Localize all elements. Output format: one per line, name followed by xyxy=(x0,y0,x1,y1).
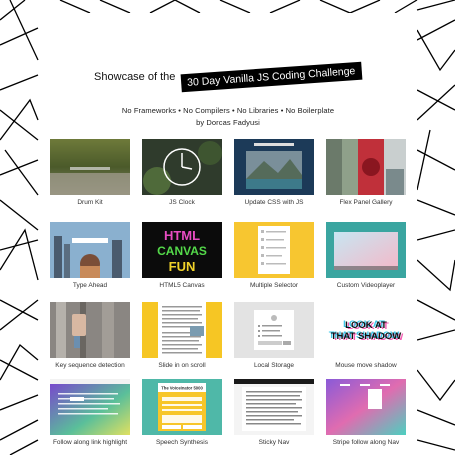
project-caption: Slide in on scroll xyxy=(158,362,206,369)
project-tile-update-css[interactable]: Update CSS with JS xyxy=(234,139,314,206)
canvas-word-2: CANVAS xyxy=(157,244,207,258)
css-variables-thumbnail xyxy=(234,139,314,195)
project-tile-slide-in[interactable]: Slide in on scroll xyxy=(142,302,222,369)
project-tile-type-ahead[interactable]: Type Ahead xyxy=(50,222,130,289)
project-tile-local-storage[interactable]: Local Storage xyxy=(234,302,314,369)
showcase-card: Showcase of the 30 Day Vanilla JS Coding… xyxy=(39,13,417,473)
highlighter-thumbnail xyxy=(50,379,130,435)
project-caption: Custom Videoplayer xyxy=(336,282,396,289)
project-tile-key-sequence[interactable]: Key sequence detection xyxy=(50,302,130,369)
project-caption: Stripe follow along Nav xyxy=(332,439,400,446)
project-tile-flex-panel[interactable]: Flex Panel Gallery xyxy=(326,139,406,206)
project-tile-drum-kit[interactable]: Drum Kit xyxy=(50,139,130,206)
project-caption: HTML5 Canvas xyxy=(159,282,205,289)
page-title: Showcase of the 30 Day Vanilla JS Coding… xyxy=(39,61,417,93)
project-tile-stripe-nav[interactable]: Stripe follow along Nav xyxy=(326,379,406,446)
project-tile-js-clock[interactable]: JS Clock xyxy=(142,139,222,206)
stripe-nav-thumbnail xyxy=(326,379,406,435)
shadow-line-2: THAT SHADOW xyxy=(331,331,402,342)
key-detection-thumbnail xyxy=(50,302,130,358)
canvas-thumbnail: HTML CANVAS FUN xyxy=(142,222,222,278)
project-tile-multiple-selector[interactable]: Multiple Selector xyxy=(234,222,314,289)
project-tile-canvas[interactable]: HTML CANVAS FUN HTML5 Canvas xyxy=(142,222,222,289)
project-tile-video-player[interactable]: Custom Videoplayer xyxy=(326,222,406,289)
project-caption: Sticky Nav xyxy=(258,439,290,446)
flex-panels-thumbnail xyxy=(326,139,406,195)
project-tile-sticky-nav[interactable]: Sticky Nav xyxy=(234,379,314,446)
project-caption: Mouse move shadow xyxy=(335,362,397,369)
title-prefix: Showcase of the xyxy=(94,71,176,83)
local-storage-thumbnail xyxy=(234,302,314,358)
sticky-nav-thumbnail xyxy=(234,379,314,435)
project-caption: Type Ahead xyxy=(72,282,108,289)
project-caption: Key sequence detection xyxy=(55,362,125,369)
project-grid: Drum Kit JS Clock Update CSS with JS Fle… xyxy=(50,139,406,469)
project-tile-speech-synthesis[interactable]: The Voiceinator 5000 Speech Synthesis xyxy=(142,379,222,446)
canvas-word-3: FUN xyxy=(169,259,196,274)
project-tile-mouse-shadow[interactable]: LOOK AT LOOK AT LOOK AT THAT SHADOW THAT… xyxy=(326,302,406,369)
speech-synthesis-thumbnail: The Voiceinator 5000 xyxy=(142,379,222,435)
type-ahead-thumbnail xyxy=(50,222,130,278)
drum-kit-thumbnail xyxy=(50,139,130,195)
project-caption: Multiple Selector xyxy=(249,282,299,289)
slide-in-thumbnail xyxy=(142,302,222,358)
project-tile-follow-along[interactable]: Follow along link highlight xyxy=(50,379,130,446)
project-caption: Local Storage xyxy=(253,362,295,369)
byline: by Dorcas Fadyusi xyxy=(196,118,260,127)
canvas-word-1: HTML xyxy=(164,228,200,243)
project-caption: Drum Kit xyxy=(77,199,103,206)
title-badge: 30 Day Vanilla JS Coding Challenge xyxy=(181,61,363,93)
project-caption: Follow along link highlight xyxy=(52,439,128,446)
project-caption: Update CSS with JS xyxy=(244,199,304,206)
video-player-thumbnail xyxy=(326,222,406,278)
speech-thumb-title: The Voiceinator 5000 xyxy=(161,386,203,391)
project-caption: JS Clock xyxy=(169,199,195,206)
clock-thumbnail xyxy=(142,139,222,195)
subtitle: No Frameworks • No Compilers • No Librar… xyxy=(121,106,335,115)
project-caption: Speech Synthesis xyxy=(155,439,209,446)
shadow-text-thumbnail: LOOK AT LOOK AT LOOK AT THAT SHADOW THAT… xyxy=(326,302,406,358)
project-caption: Flex Panel Gallery xyxy=(339,199,393,206)
checkboxes-thumbnail xyxy=(234,222,314,278)
